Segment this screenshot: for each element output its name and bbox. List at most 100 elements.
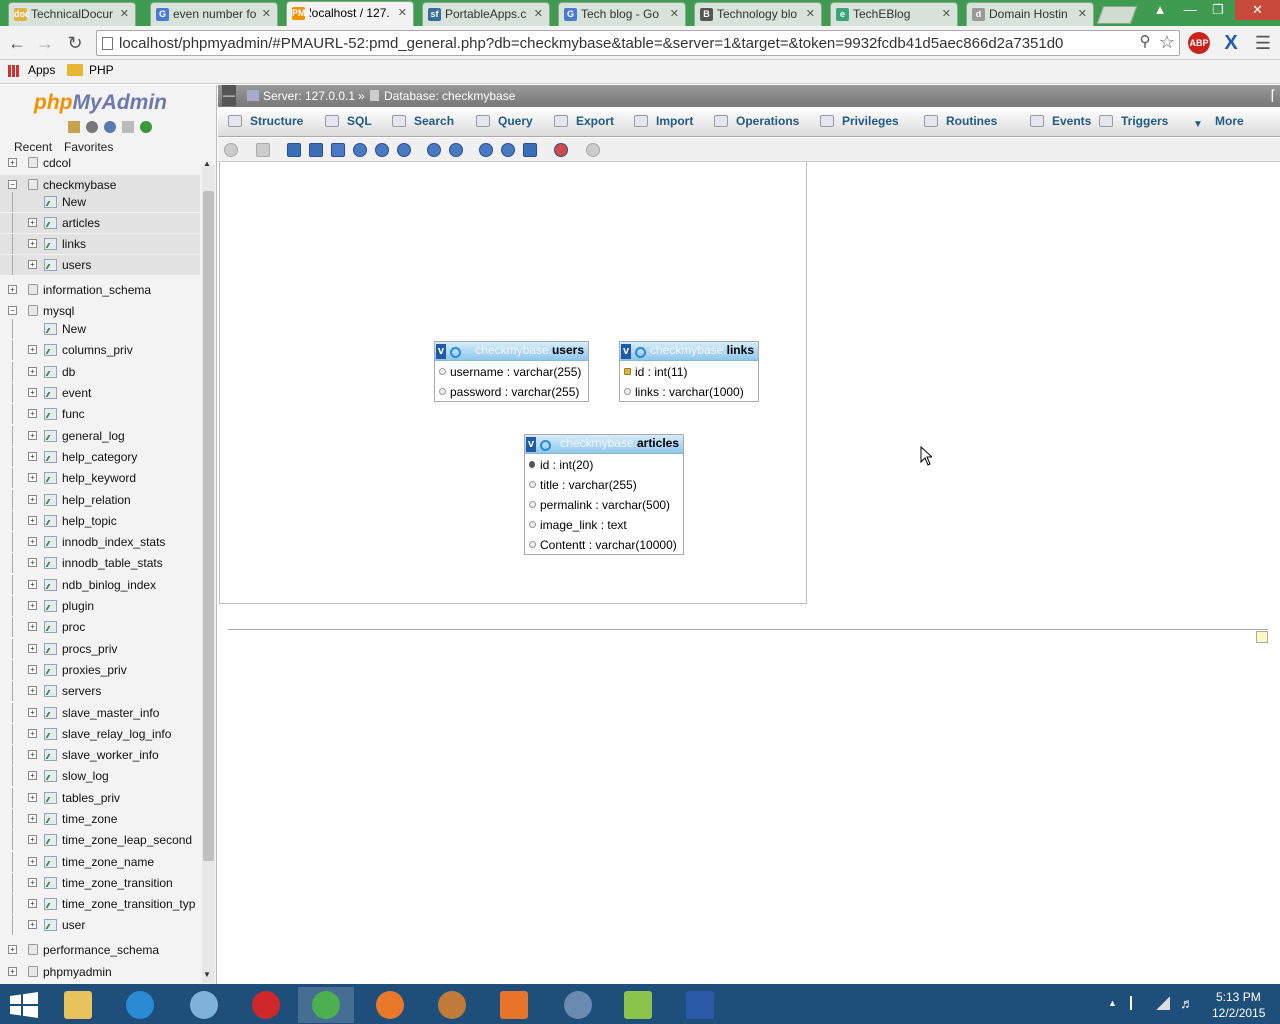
user-icon[interactable]: ▲ — [1145, 0, 1175, 20]
tab-routines[interactable]: Routines — [924, 114, 997, 128]
expand-icon[interactable]: + — [28, 495, 37, 504]
expand-icon[interactable]: + — [28, 814, 37, 823]
collapse-icon[interactable]: − — [8, 306, 17, 315]
tab-import[interactable]: Import — [634, 114, 693, 128]
network-icon[interactable] — [1156, 996, 1170, 1010]
tab-favorites[interactable]: Favorites — [64, 140, 113, 154]
expand-icon[interactable]: + — [28, 473, 37, 482]
taskbar-notepad-plus[interactable] — [610, 987, 666, 1023]
docs-icon[interactable] — [122, 121, 134, 133]
tree-item-user[interactable]: + user — [0, 915, 200, 935]
tree-item-new[interactable]: New — [0, 319, 200, 339]
tree-item-time-zone-transition[interactable]: + time_zone_transition — [0, 873, 200, 893]
column-row[interactable]: links : varchar(1000) — [620, 381, 758, 401]
reload-icon[interactable]: ↻ — [64, 32, 86, 54]
table-header[interactable]: v checkmybase.links — [620, 342, 758, 361]
tree-item-new[interactable]: New — [0, 192, 200, 212]
expand-icon[interactable]: + — [28, 686, 37, 695]
scrollbar-thumb[interactable] — [203, 191, 214, 861]
address-bar[interactable]: localhost/phpmyadmin/#PMAURL-52:pmd_gene… — [96, 30, 1180, 56]
toggle-icon[interactable]: v — [621, 344, 631, 359]
clock-time[interactable]: 5:13 PM — [1216, 990, 1261, 1004]
small-big-all-icon[interactable] — [479, 143, 493, 157]
create-relation-icon[interactable] — [331, 143, 345, 157]
gear-icon[interactable] — [450, 347, 461, 358]
tree-item-time-zone-transition-typ[interactable]: + time_zone_transition_typ — [0, 894, 200, 914]
bookmark-star-icon[interactable]: ☆ — [1156, 31, 1178, 53]
taskbar-file-explorer[interactable] — [50, 987, 106, 1023]
browser-tab[interactable]: sf PortableApps.c ✕ — [422, 2, 550, 26]
windows-start-icon[interactable] — [10, 992, 38, 1018]
tree-item-performance-schema[interactable]: + performance_schema — [0, 940, 200, 960]
move-menu-icon[interactable] — [586, 143, 600, 157]
search-icon[interactable]: ⚲ — [1134, 31, 1156, 53]
close-tab-icon[interactable]: ✕ — [806, 7, 815, 20]
build-query-icon[interactable] — [554, 143, 568, 157]
expand-icon[interactable]: + — [28, 835, 37, 844]
show-hidden-icons[interactable]: ▲ — [1108, 998, 1117, 1008]
table-header[interactable]: v checkmybase.articles — [525, 435, 683, 454]
extension-x-icon[interactable]: X — [1220, 32, 1242, 54]
tree-item-proc[interactable]: + proc — [0, 617, 200, 637]
expand-icon[interactable]: + — [28, 644, 37, 653]
home-icon[interactable] — [68, 121, 80, 133]
tree-item-users[interactable]: + users — [0, 255, 200, 275]
expand-icon[interactable]: + — [8, 158, 17, 167]
expand-icon[interactable]: + — [28, 750, 37, 759]
expand-icon[interactable]: + — [28, 793, 37, 802]
close-tab-icon[interactable]: ✕ — [670, 7, 679, 20]
taskbar-xampp[interactable] — [486, 987, 542, 1023]
tab-triggers[interactable]: Triggers — [1099, 114, 1168, 128]
tree-item-innodb-table-stats[interactable]: + innodb_table_stats — [0, 553, 200, 573]
taskbar-safari[interactable] — [176, 987, 232, 1023]
fullscreen-icon[interactable]: ⌈ — [1271, 87, 1276, 104]
adblock-icon[interactable]: ABP — [1188, 32, 1210, 54]
column-row[interactable]: Contentt : varchar(10000) — [525, 534, 683, 554]
export-schema-icon[interactable] — [523, 143, 537, 157]
tree-item-time-zone-leap-second[interactable]: + time_zone_leap_second — [0, 830, 200, 850]
reload-icon[interactable] — [375, 143, 389, 157]
tab-operations[interactable]: Operations — [714, 114, 799, 128]
choose-column-icon[interactable] — [353, 143, 367, 157]
tab-privileges[interactable]: Privileges — [820, 114, 899, 128]
restore-button[interactable]: ❐ — [1203, 0, 1233, 20]
expand-icon[interactable]: + — [28, 516, 37, 525]
tree-item-proxies-priv[interactable]: + proxies_priv — [0, 660, 200, 680]
expand-icon[interactable]: + — [28, 260, 37, 269]
menu-icon[interactable]: ☰ — [1252, 32, 1274, 54]
volume-icon[interactable]: ♬ — [1180, 995, 1194, 1011]
column-row[interactable]: username : varchar(255) — [435, 361, 588, 381]
taskbar-firefox[interactable] — [362, 987, 418, 1023]
close-tab-icon[interactable]: ✕ — [1078, 7, 1087, 20]
show-hide-menu-icon[interactable] — [224, 143, 238, 157]
designer-table-links[interactable]: v checkmybase.links id : int(11) links : … — [619, 341, 759, 402]
breadcrumb-server[interactable]: Server: 127.0.0.1 — [263, 89, 355, 103]
expand-icon[interactable]: + — [8, 285, 17, 294]
expand-icon[interactable]: + — [28, 452, 37, 461]
tree-item-tables-priv[interactable]: + tables_priv — [0, 788, 200, 808]
toggle-icon[interactable]: v — [526, 437, 536, 452]
tree-item-links[interactable]: + links — [0, 234, 200, 254]
tree-item-slave-relay-log-info[interactable]: + slave_relay_log_info — [0, 724, 200, 744]
browser-tab[interactable]: doc TechnicalDocur ✕ — [8, 2, 136, 26]
tree-item-phpmyadmin[interactable]: + phpmyadmin — [0, 962, 200, 982]
help-icon[interactable] — [104, 121, 116, 133]
tree-item-time-zone-name[interactable]: + time_zone_name — [0, 852, 200, 872]
expand-icon[interactable]: + — [8, 945, 17, 954]
taskbar-chrome[interactable] — [298, 987, 354, 1023]
column-row[interactable]: image_link : text — [525, 514, 683, 534]
close-window-button[interactable]: ✕ — [1235, 0, 1280, 20]
tree-item-procs-priv[interactable]: + procs_priv — [0, 639, 200, 659]
column-row[interactable]: password : varchar(255) — [435, 381, 588, 401]
toggle-icon[interactable]: v — [436, 344, 446, 359]
tree-item-ndb-binlog-index[interactable]: + ndb_binlog_index — [0, 575, 200, 595]
tree-item-db[interactable]: + db — [0, 362, 200, 382]
table-header[interactable]: v checkmybase.users — [435, 342, 588, 361]
toggle-fullscreen-icon[interactable] — [256, 143, 270, 157]
tab-export[interactable]: Export — [554, 114, 614, 128]
close-tab-icon[interactable]: ✕ — [942, 7, 951, 20]
toggle-small-big-icon[interactable] — [501, 143, 515, 157]
tree-item-slave-master-info[interactable]: + slave_master_info — [0, 703, 200, 723]
tree-item-help-category[interactable]: + help_category — [0, 447, 200, 467]
expand-icon[interactable]: + — [28, 345, 37, 354]
